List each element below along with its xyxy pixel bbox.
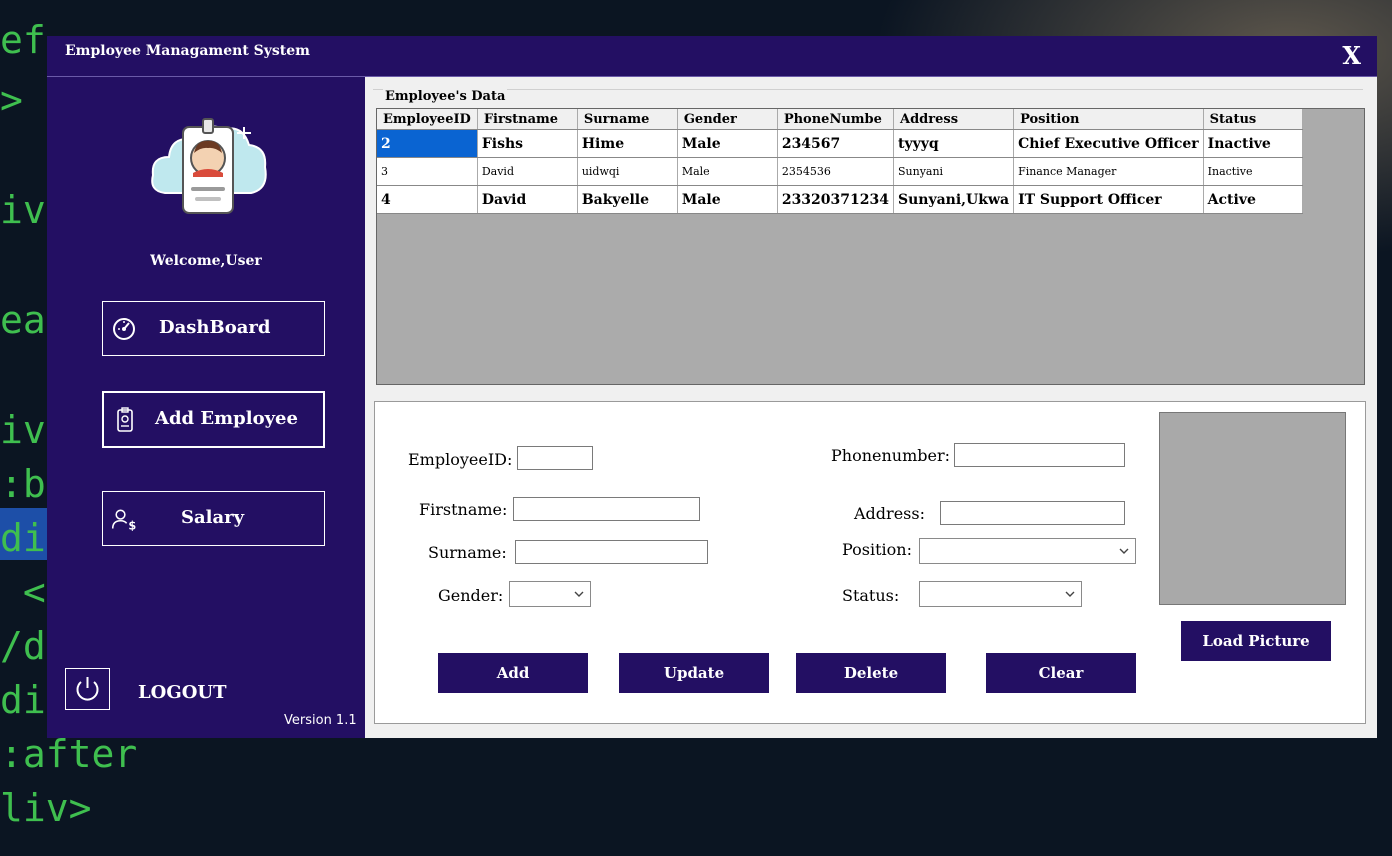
add-button[interactable]: Add xyxy=(438,653,588,693)
table-cell[interactable]: Finance Manager xyxy=(1013,157,1204,186)
app-window: Employee Managament System X Welcome,Use… xyxy=(47,36,1377,738)
id-badge-icon xyxy=(117,407,133,432)
employee-id-input[interactable] xyxy=(517,446,593,470)
employee-form: EmployeeID: Firstname: Surname: Gender: … xyxy=(374,401,1366,724)
table-cell[interactable]: David xyxy=(477,185,578,214)
column-header[interactable]: Gender xyxy=(677,109,778,130)
position-select[interactable] xyxy=(919,538,1136,564)
table-cell[interactable]: 23320371234 xyxy=(777,185,894,214)
table-cell[interactable]: Inactive xyxy=(1203,129,1303,158)
column-header[interactable]: Firstname xyxy=(477,109,578,130)
gender-select[interactable] xyxy=(509,581,591,607)
employee-id-label: EmployeeID: xyxy=(408,450,513,469)
user-salary-icon: $ xyxy=(111,509,136,532)
address-label: Address: xyxy=(854,504,925,523)
nav-salary-label: Salary xyxy=(181,507,245,528)
table-cell[interactable]: Chief Executive Officer xyxy=(1013,129,1204,158)
table-cell[interactable]: 4 xyxy=(377,185,478,214)
table-cell[interactable]: Inactive xyxy=(1203,157,1303,186)
table-cell[interactable]: Fishs xyxy=(477,129,578,158)
sidebar: Welcome,User DashBoard Add Employee $ Sa… xyxy=(47,77,365,738)
table-cell[interactable]: 2 xyxy=(377,129,478,158)
logout-label[interactable]: LOGOUT xyxy=(138,682,226,703)
chevron-down-icon xyxy=(1119,548,1129,554)
employee-table: EmployeeID Firstname Surname Gender Phon… xyxy=(377,109,1303,214)
table-cell[interactable]: uidwqi xyxy=(577,157,678,186)
column-header[interactable]: Address xyxy=(893,109,1015,130)
load-picture-button[interactable]: Load Picture xyxy=(1181,621,1331,661)
phonenumber-input[interactable] xyxy=(954,443,1125,467)
version-label: Version 1.1 xyxy=(284,713,357,728)
table-row[interactable]: 2 Fishs Hime Male 234567 tyyyq Chief Exe… xyxy=(377,129,1303,158)
delete-button[interactable]: Delete xyxy=(796,653,946,693)
column-header[interactable]: Surname xyxy=(577,109,678,130)
update-button[interactable]: Update xyxy=(619,653,769,693)
close-button[interactable]: X xyxy=(1342,41,1361,70)
table-cell[interactable]: David xyxy=(477,157,578,186)
table-cell[interactable]: IT Support Officer xyxy=(1013,185,1204,214)
title-bar: Employee Managament System X xyxy=(47,36,1377,77)
table-row[interactable]: 4 David Bakyelle Male 23320371234 Sunyan… xyxy=(377,185,1303,214)
nav-salary-button[interactable]: $ Salary xyxy=(102,491,325,546)
column-header[interactable]: EmployeeID xyxy=(377,109,478,130)
firstname-label: Firstname: xyxy=(419,500,508,519)
table-cell[interactable]: tyyyq xyxy=(893,129,1015,158)
table-row[interactable]: 3 David uidwqi Male 2354536 Sunyani Fina… xyxy=(377,157,1303,186)
table-cell[interactable]: Sunyani,Ukwa xyxy=(893,185,1015,214)
column-header[interactable]: Status xyxy=(1203,109,1303,130)
nav-add-employee-button[interactable]: Add Employee xyxy=(102,391,325,448)
chevron-down-icon xyxy=(574,591,584,597)
table-cell[interactable]: Sunyani xyxy=(893,157,1015,186)
column-header[interactable]: PhoneNumbe xyxy=(777,109,894,130)
window-title: Employee Managament System xyxy=(65,43,310,59)
nav-dashboard-button[interactable]: DashBoard xyxy=(102,301,325,356)
grid-legend: Employee's Data xyxy=(383,89,508,104)
employee-data-group: Employee's Data EmployeeID Firstname Sur… xyxy=(373,89,1365,386)
welcome-text: Welcome,User xyxy=(150,253,262,269)
status-select[interactable] xyxy=(919,581,1082,607)
power-icon xyxy=(76,677,99,701)
table-cell[interactable]: Male xyxy=(677,185,778,214)
table-cell[interactable]: Male xyxy=(677,157,778,186)
phonenumber-label: Phonenumber: xyxy=(831,446,951,465)
dashboard-gauge-icon xyxy=(113,318,135,340)
logout-button[interactable] xyxy=(65,668,110,710)
clear-button[interactable]: Clear xyxy=(986,653,1136,693)
column-header[interactable]: Position xyxy=(1013,109,1204,130)
table-cell[interactable]: Hime xyxy=(577,129,678,158)
nav-add-employee-label: Add Employee xyxy=(155,408,298,429)
table-header-row: EmployeeID Firstname Surname Gender Phon… xyxy=(377,109,1303,130)
surname-input[interactable] xyxy=(515,540,708,564)
employee-picture-box xyxy=(1159,412,1346,605)
table-cell[interactable]: Male xyxy=(677,129,778,158)
table-cell[interactable]: Active xyxy=(1203,185,1303,214)
gender-label: Gender: xyxy=(438,586,504,605)
employee-id-card-icon xyxy=(151,118,267,214)
svg-text:$: $ xyxy=(128,519,136,532)
nav-dashboard-label: DashBoard xyxy=(159,317,271,338)
chevron-down-icon xyxy=(1065,591,1075,597)
table-cell[interactable]: Bakyelle xyxy=(577,185,678,214)
status-label: Status: xyxy=(842,586,900,605)
position-label: Position: xyxy=(842,540,912,559)
table-cell[interactable]: 2354536 xyxy=(777,157,894,186)
surname-label: Surname: xyxy=(428,543,507,562)
employee-data-grid[interactable]: EmployeeID Firstname Surname Gender Phon… xyxy=(376,108,1365,385)
table-cell[interactable]: 3 xyxy=(377,157,478,186)
table-cell[interactable]: 234567 xyxy=(777,129,894,158)
firstname-input[interactable] xyxy=(513,497,700,521)
address-input[interactable] xyxy=(940,501,1125,525)
